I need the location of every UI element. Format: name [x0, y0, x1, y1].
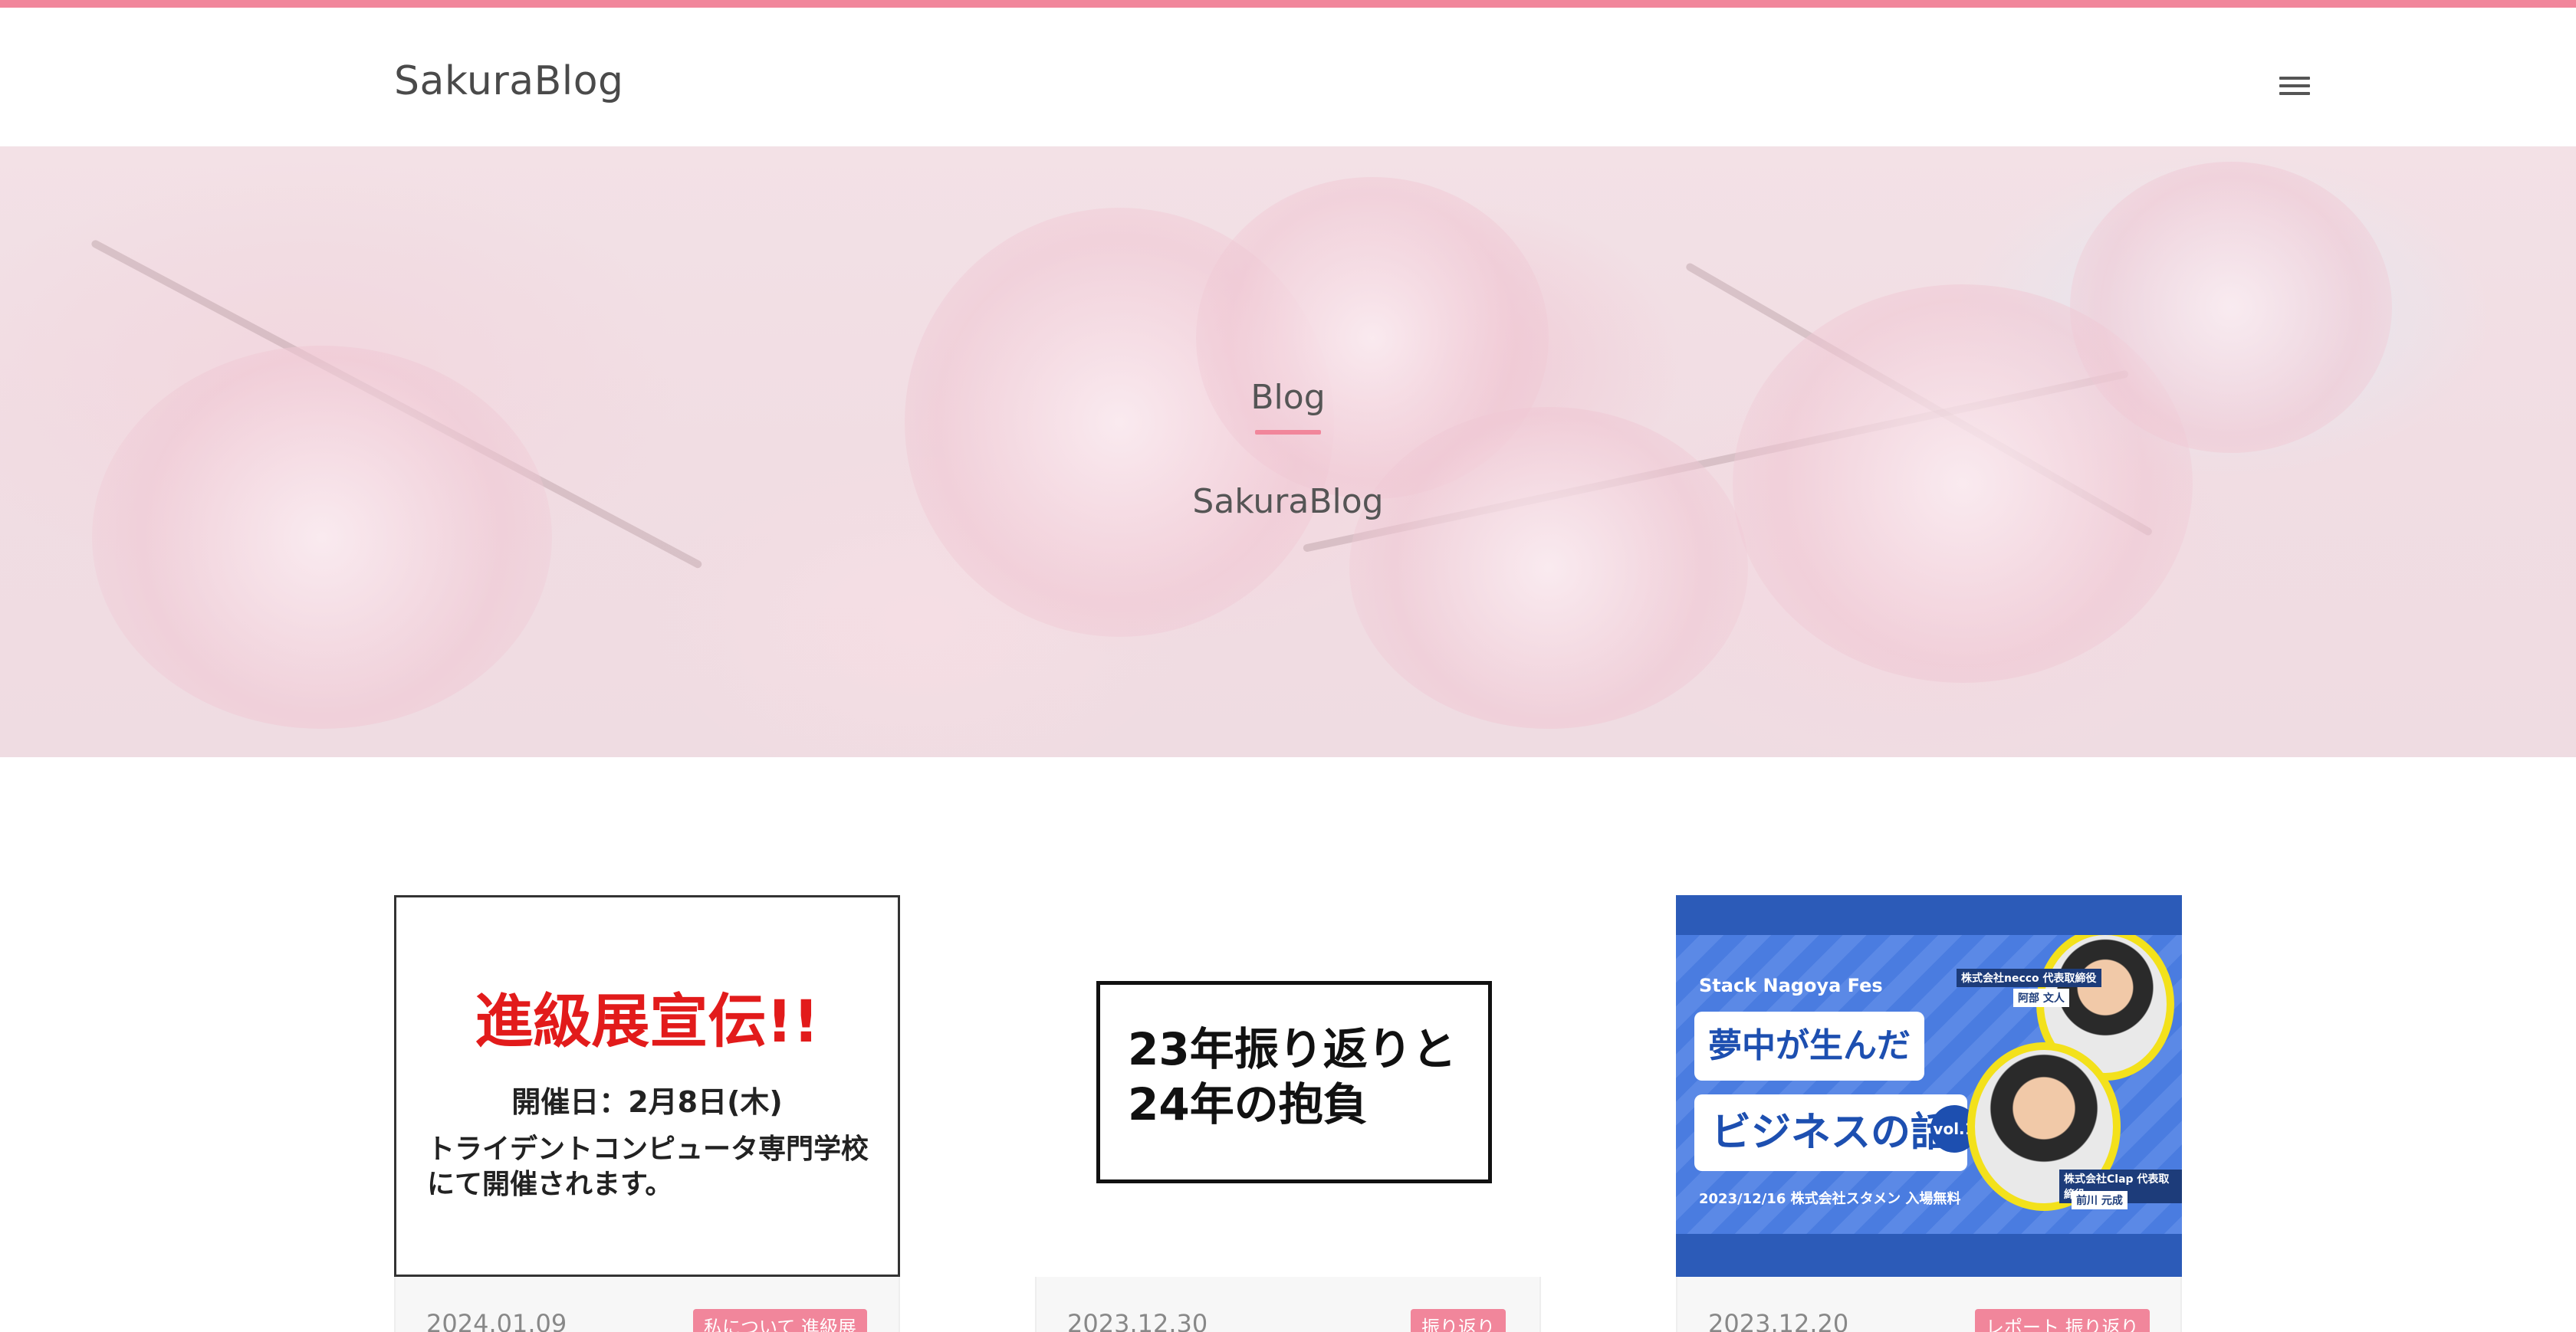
- site-brand-link[interactable]: SakuraBlog: [394, 58, 624, 104]
- post-date: 2023.12.30: [1067, 1309, 1208, 1332]
- thumb-event-banner: Stack Nagoya Fes 夢中が生んだ ビジネスの話 vol.1 202…: [1676, 935, 2182, 1234]
- menu-icon-bar: [2279, 92, 2310, 95]
- post-date: 2023.12.20: [1708, 1309, 1849, 1332]
- hero-title-underline: [1255, 430, 1321, 435]
- post-meta: 2023.12.30 振り返り: [1035, 1277, 1541, 1332]
- post-thumbnail[interactable]: 23年振り返りと 24年の抱負: [1035, 895, 1541, 1277]
- thumb-text-box: 23年振り返りと 24年の抱負: [1096, 981, 1492, 1183]
- thumb-headline: 夢中が生んだ: [1694, 1012, 1924, 1081]
- hamburger-menu-button[interactable]: [2269, 72, 2320, 110]
- post-meta: 2023.12.20 レポート 振り返り: [1676, 1277, 2182, 1332]
- menu-icon-bar: [2279, 77, 2310, 80]
- thumb-event-footer: 2023/12/16 株式会社スタメン 入場無料: [1699, 1191, 1961, 1207]
- speaker-role: 株式会社necco 代表取締役: [1957, 969, 2101, 987]
- thumb-description: トライデントコンピュータ専門学校 にて開催されます。: [427, 1132, 869, 1202]
- thumb-date-line: 開催日：2月8日(木): [511, 1085, 783, 1119]
- site-header: SakuraBlog: [0, 8, 2576, 146]
- post-meta: 2024.01.09 私について 進級展: [394, 1277, 900, 1332]
- post-category-tag[interactable]: 私について 進級展: [693, 1309, 867, 1332]
- post-category-tag[interactable]: レポート 振り返り: [1975, 1309, 2150, 1332]
- hero-subtitle: SakuraBlog: [1192, 482, 1384, 521]
- thumb-title: 進級展宣伝!!: [475, 987, 820, 1055]
- menu-icon-bar: [2279, 84, 2310, 87]
- post-category-tag[interactable]: 振り返り: [1411, 1309, 1506, 1332]
- thumb-desc-line: にて開催されます。: [427, 1169, 673, 1200]
- speaker-name: 阿部 文人: [2013, 989, 2069, 1007]
- post-date: 2024.01.09: [426, 1309, 567, 1332]
- thumb-line: 24年の抱負: [1128, 1078, 1368, 1130]
- thumb-headline: ビジネスの話: [1694, 1094, 1968, 1171]
- post-thumbnail[interactable]: Stack Nagoya Fes 夢中が生んだ ビジネスの話 vol.1 202…: [1676, 895, 2182, 1277]
- speaker-name: 前川 元成: [2072, 1191, 2128, 1209]
- top-accent-bar: [0, 0, 2576, 8]
- thumb-desc-line: トライデントコンピュータ専門学校: [427, 1134, 869, 1165]
- thumb-event-name: Stack Nagoya Fes: [1699, 975, 1883, 996]
- hero-banner: Blog SakuraBlog: [0, 146, 2576, 757]
- thumb-line: 23年振り返りと: [1128, 1023, 1457, 1075]
- post-thumbnail[interactable]: 進級展宣伝!! 開催日：2月8日(木) トライデントコンピュータ専門学校 にて開…: [394, 895, 900, 1277]
- hero-title: Blog: [1250, 378, 1326, 417]
- hero-bg-blossom: [1349, 407, 1748, 729]
